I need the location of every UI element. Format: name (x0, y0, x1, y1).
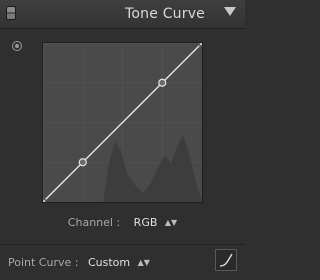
point-curve-label: Point Curve : (8, 256, 79, 269)
point-curve-value[interactable]: Custom (88, 256, 130, 269)
edit-point-curve-button[interactable] (215, 249, 237, 271)
edit-point-curve-icon (219, 253, 233, 267)
point-curve-selector[interactable]: Point Curve : Custom ▲▼ (8, 256, 150, 269)
updown-arrows-icon[interactable]: ▲▼ (138, 258, 150, 267)
channel-selector[interactable]: Channel : RGB ▲▼ (0, 216, 245, 229)
curve-endpoint-handle[interactable] (199, 43, 203, 46)
tone-curve-graph[interactable] (42, 42, 203, 203)
panel-toggle-icon[interactable] (6, 6, 16, 20)
targeted-adjustment-icon[interactable] (12, 41, 22, 51)
channel-value[interactable]: RGB (134, 216, 158, 229)
panel-title: Tone Curve (125, 6, 205, 22)
curve-control-point[interactable] (78, 158, 87, 167)
panel-header[interactable]: Tone Curve (0, 0, 245, 29)
channel-label: Channel : (67, 216, 121, 229)
divider (0, 244, 245, 245)
tone-curve-svg[interactable] (43, 43, 202, 202)
updown-arrows-icon[interactable]: ▲▼ (165, 218, 177, 227)
curve-control-point[interactable] (158, 78, 167, 87)
curve-endpoint-handle[interactable] (43, 199, 46, 203)
triangle-down-icon[interactable] (224, 7, 236, 16)
